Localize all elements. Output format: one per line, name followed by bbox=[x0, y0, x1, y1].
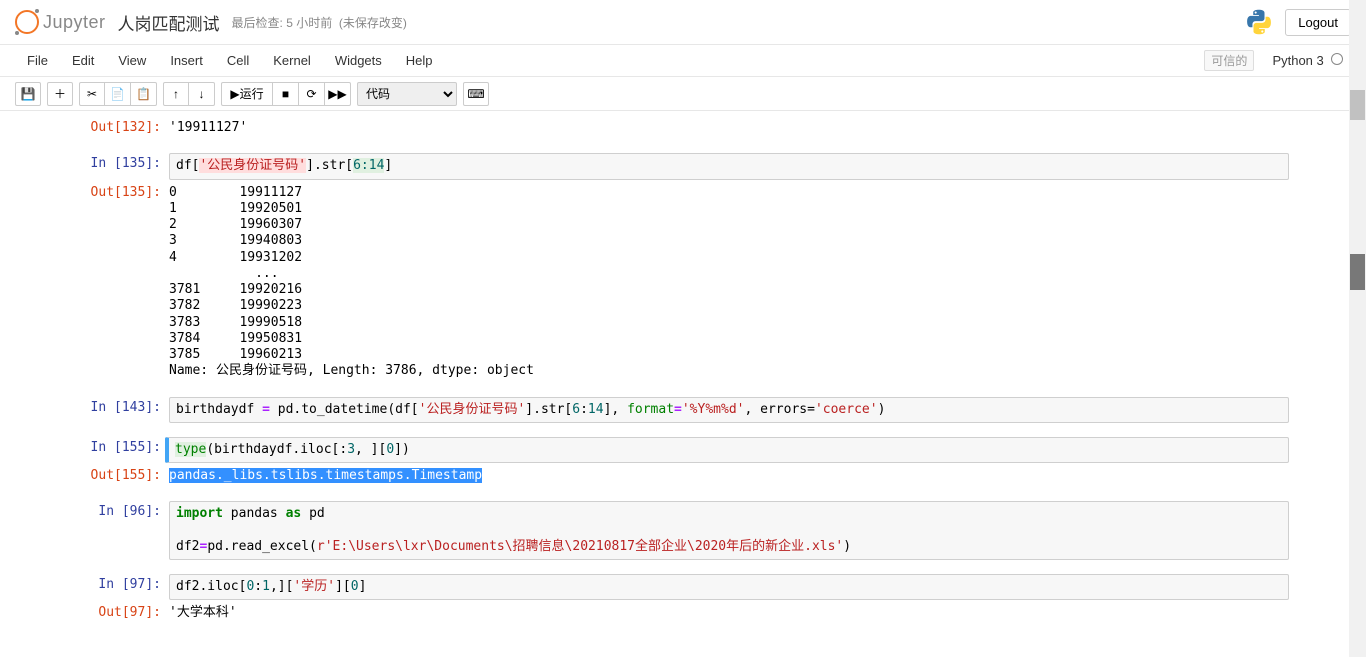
menu-left: File Edit View Insert Cell Kernel Widget… bbox=[15, 47, 445, 74]
kernel-indicator: Python 3 bbox=[1272, 53, 1343, 68]
cell-out-135[interactable]: Out[135]: 0 19911127 1 19920501 2 199603… bbox=[69, 182, 1297, 383]
code-input[interactable]: type(birthdaydf.iloc[:3, ][0]) bbox=[165, 437, 1289, 463]
cut-button[interactable]: ✂ bbox=[79, 82, 105, 106]
cell-out-97[interactable]: Out[97]: '大学本科' bbox=[69, 602, 1297, 624]
in-prompt: In [135]: bbox=[69, 153, 169, 179]
stop-button[interactable]: ■ bbox=[273, 82, 299, 106]
code-input[interactable]: df2.iloc[0:1,]['学历'][0] bbox=[169, 574, 1289, 600]
scrollbar[interactable] bbox=[1349, 0, 1366, 657]
cell-type-select[interactable]: 代码 bbox=[357, 82, 457, 106]
cell-out-132[interactable]: Out[132]: '19911127' bbox=[69, 117, 1297, 139]
in-prompt: In [143]: bbox=[69, 397, 169, 423]
run-all-button[interactable]: ▶▶ bbox=[325, 82, 351, 106]
jupyter-logo[interactable]: Jupyter bbox=[15, 10, 106, 34]
menu-view[interactable]: View bbox=[106, 47, 158, 74]
scroll-thumb[interactable] bbox=[1350, 90, 1365, 120]
output-text: 0 19911127 1 19920501 2 19960307 3 19940… bbox=[169, 182, 1289, 383]
add-cell-button[interactable]: ＋ bbox=[47, 82, 73, 106]
kernel-name: Python 3 bbox=[1272, 53, 1323, 68]
logout-button[interactable]: Logout bbox=[1285, 9, 1351, 36]
menu-file[interactable]: File bbox=[15, 47, 60, 74]
output-text: pandas._libs.tslibs.timestamps.Timestamp bbox=[169, 465, 1289, 487]
kernel-status-icon bbox=[1331, 53, 1343, 65]
menu-cell[interactable]: Cell bbox=[215, 47, 261, 74]
menu-right: 可信的 Python 3 bbox=[1204, 50, 1351, 71]
menu-bar: File Edit View Insert Cell Kernel Widget… bbox=[0, 45, 1366, 77]
restart-button[interactable]: ⟳ bbox=[299, 82, 325, 106]
move-up-button[interactable]: ↑ bbox=[163, 82, 189, 106]
move-down-button[interactable]: ↓ bbox=[189, 82, 215, 106]
menu-edit[interactable]: Edit bbox=[60, 47, 106, 74]
menu-insert[interactable]: Insert bbox=[158, 47, 215, 74]
run-button[interactable]: ▶ 运行 bbox=[221, 82, 273, 106]
cell-in-135[interactable]: In [135]: df['公民身份证号码'].str[6:14] bbox=[69, 153, 1297, 179]
command-palette-button[interactable]: ⌨ bbox=[463, 82, 489, 106]
notebook-container: Out[132]: '19911127' In [135]: df['公民身份证… bbox=[69, 111, 1297, 631]
menu-widgets[interactable]: Widgets bbox=[323, 47, 394, 74]
header-right: Logout bbox=[1245, 8, 1351, 36]
out-prompt: Out[97]: bbox=[69, 602, 169, 624]
out-prompt: Out[132]: bbox=[69, 117, 169, 139]
python-icon bbox=[1245, 8, 1273, 36]
last-checkpoint: 最后检查: 5 小时前 (未保存改变) bbox=[232, 14, 407, 31]
toolbar: 💾 ＋ ✂ 📄 📋 ↑ ↓ ▶ 运行 ■ ⟳ ▶▶ 代码 ⌨ bbox=[0, 77, 1366, 111]
in-prompt: In [155]: bbox=[69, 437, 169, 463]
output-text: '19911127' bbox=[169, 117, 1289, 139]
paste-button[interactable]: 📋 bbox=[131, 82, 157, 106]
code-input[interactable]: df['公民身份证号码'].str[6:14] bbox=[169, 153, 1289, 179]
in-prompt: In [96]: bbox=[69, 501, 169, 560]
cell-in-96[interactable]: In [96]: import pandas as pd df2=pd.read… bbox=[69, 501, 1297, 560]
cell-in-143[interactable]: In [143]: birthdaydf = pd.to_datetime(df… bbox=[69, 397, 1297, 423]
save-button[interactable]: 💾 bbox=[15, 82, 41, 106]
menu-help[interactable]: Help bbox=[394, 47, 445, 74]
out-prompt: Out[135]: bbox=[69, 182, 169, 383]
code-input[interactable]: import pandas as pd df2=pd.read_excel(r'… bbox=[169, 501, 1289, 560]
code-input[interactable]: birthdaydf = pd.to_datetime(df['公民身份证号码'… bbox=[169, 397, 1289, 423]
cell-in-155[interactable]: In [155]: type(birthdaydf.iloc[:3, ][0]) bbox=[69, 437, 1297, 463]
in-prompt: In [97]: bbox=[69, 574, 169, 600]
logo-icon bbox=[15, 10, 39, 34]
logo-text: Jupyter bbox=[43, 12, 106, 33]
output-text: '大学本科' bbox=[169, 602, 1289, 624]
header-bar: Jupyter 人岗匹配测试 最后检查: 5 小时前 (未保存改变) Logou… bbox=[0, 0, 1366, 45]
notebook-name[interactable]: 人岗匹配测试 bbox=[118, 10, 220, 35]
copy-button[interactable]: 📄 bbox=[105, 82, 131, 106]
cell-in-97[interactable]: In [97]: df2.iloc[0:1,]['学历'][0] bbox=[69, 574, 1297, 600]
header-left: Jupyter 人岗匹配测试 最后检查: 5 小时前 (未保存改变) bbox=[15, 10, 407, 35]
cell-out-155[interactable]: Out[155]: pandas._libs.tslibs.timestamps… bbox=[69, 465, 1297, 487]
trusted-indicator[interactable]: 可信的 bbox=[1204, 50, 1254, 71]
menu-kernel[interactable]: Kernel bbox=[261, 47, 323, 74]
scroll-thumb[interactable] bbox=[1350, 254, 1365, 290]
out-prompt: Out[155]: bbox=[69, 465, 169, 487]
